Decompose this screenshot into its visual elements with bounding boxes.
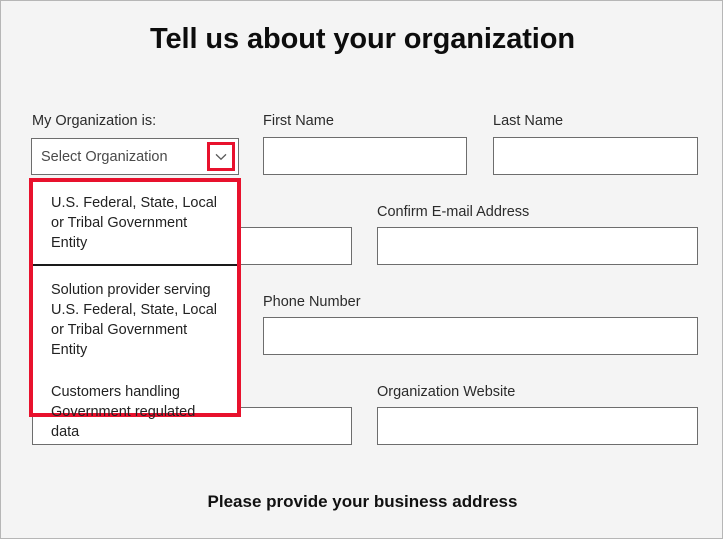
confirm-email-address-input[interactable] xyxy=(377,227,698,265)
page-title: Tell us about your organization xyxy=(150,23,575,55)
organization-select-combobox[interactable]: Select Organization xyxy=(31,138,239,175)
organization-website-label: Organization Website xyxy=(377,384,516,400)
organization-select-dropdown-list[interactable]: U.S. Federal, State, Local or Tribal Gov… xyxy=(29,178,241,440)
organization-website-input[interactable] xyxy=(377,407,698,445)
first-name-label: First Name xyxy=(263,113,334,129)
organization-signup-page: Tell us about your organization My Organ… xyxy=(0,0,723,539)
organization-option-3[interactable]: Customers handling Government regulated … xyxy=(33,364,237,453)
business-address-section-title: Please provide your business address xyxy=(207,492,518,511)
organization-option-1[interactable]: U.S. Federal, State, Local or Tribal Gov… xyxy=(33,182,237,266)
phone-number-label: Phone Number xyxy=(263,294,361,310)
first-name-input[interactable] xyxy=(263,137,467,175)
last-name-label: Last Name xyxy=(493,113,564,129)
phone-number-input[interactable] xyxy=(263,317,698,355)
chevron-down-icon[interactable] xyxy=(207,142,235,171)
organization-option-2[interactable]: Solution provider serving U.S. Federal, … xyxy=(33,266,237,364)
last-name-input[interactable] xyxy=(493,137,698,175)
organization-select-label: My Organization is: xyxy=(32,113,157,129)
confirm-email-address-label: Confirm E-mail Address xyxy=(377,204,530,220)
